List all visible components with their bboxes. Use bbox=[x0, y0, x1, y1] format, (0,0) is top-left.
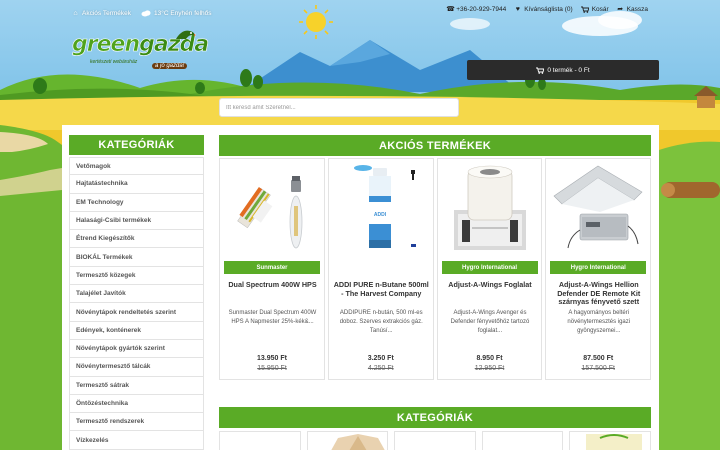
category-tile[interactable] bbox=[394, 431, 476, 450]
product-description: A hagyományos beltéri növénytermesztés i… bbox=[567, 310, 631, 335]
home-icon: ⌂ bbox=[73, 9, 78, 17]
product-card[interactable]: ADDI ADDI PURE n-Butane 500ml - The Harv… bbox=[327, 158, 434, 380]
sidebar-item-novenytermeszto-talcak[interactable]: Növénytermesztő tálcák bbox=[69, 358, 204, 377]
phone-link[interactable]: ☎ +36-20-929-7944 bbox=[446, 6, 506, 13]
sidebar-item-termeszto-rendszerek[interactable]: Termesztő rendszerek bbox=[69, 413, 204, 432]
logo-subtitle: kertészeti webáruház bbox=[90, 59, 138, 65]
cloud-icon bbox=[141, 10, 151, 17]
top-bar: ⌂ Akciós Termékek 13°C Enyhén felhős ☎ +… bbox=[0, 0, 720, 20]
weather-label: 13°C Enyhén felhős bbox=[154, 9, 212, 17]
categories-section-title: KATEGÓRIÁK bbox=[219, 407, 651, 428]
sidebar-item-talajelet-javitok[interactable]: Talajélet Javítók bbox=[69, 285, 204, 304]
sidebar-item-hajtatastechnika[interactable]: Hajtatástechnika bbox=[69, 175, 204, 194]
product-brand-badge: Hygro International bbox=[550, 261, 647, 274]
cart-summary-button[interactable]: 0 termék - 0 Ft bbox=[467, 60, 659, 80]
sidebar-item-vizkezeles[interactable]: Vízkezelés bbox=[69, 431, 204, 450]
product-price: 8.950 Ft bbox=[476, 355, 503, 362]
product-name-link[interactable]: Dual Spectrum 400W HPS bbox=[223, 280, 322, 290]
top-bar-left: ⌂ Akciós Termékek 13°C Enyhén felhős bbox=[72, 9, 212, 17]
weather-widget: 13°C Enyhén felhős bbox=[141, 9, 212, 17]
checkout-link[interactable]: ➦ Kassza bbox=[617, 6, 648, 13]
cart-summary-label: 0 termék - 0 Ft bbox=[547, 66, 590, 74]
bird-icon bbox=[176, 30, 196, 39]
phone-icon: ☎ bbox=[446, 6, 455, 13]
product-image-lamp-socket[interactable] bbox=[442, 162, 538, 257]
sidebar-item-edenyek[interactable]: Edények, konténerek bbox=[69, 321, 204, 340]
cart-label: Kosár bbox=[591, 6, 609, 13]
sidebar-item-termeszto-satrak[interactable]: Termesztő sátrak bbox=[69, 376, 204, 395]
sidebar-item-halasagi-csibi[interactable]: Halasági-Csibi termékek bbox=[69, 211, 204, 231]
product-card[interactable]: Hygro International Adjust-A-Wings Helli… bbox=[545, 158, 651, 380]
product-price: 13.950 Ft bbox=[257, 355, 287, 362]
sidebar-item-termeszto-kozegek[interactable]: Termesztő közegek bbox=[69, 266, 204, 286]
wishlist-link[interactable]: ♥ Kívánságlista (0) bbox=[514, 6, 573, 13]
sale-products-link[interactable]: ⌂ Akciós Termékek bbox=[72, 10, 131, 17]
product-old-price: 157.500 Ft bbox=[581, 365, 615, 372]
sale-products-label: Akciós Termékek bbox=[82, 9, 132, 17]
sidebar-item-etrend-kiegeszitok[interactable]: Étrend Kiegészítők bbox=[69, 230, 204, 249]
product-image-reflector-kit[interactable] bbox=[550, 162, 646, 257]
search-input[interactable] bbox=[220, 99, 458, 116]
product-old-price: 12.950 Ft bbox=[474, 365, 505, 372]
logo-green: green bbox=[72, 32, 141, 57]
product-image-butane-can[interactable]: ADDI bbox=[333, 162, 429, 257]
product-brand-badge: Sunmaster bbox=[224, 261, 320, 274]
product-card[interactable]: Hygro International Adjust-A-Wings Fogla… bbox=[436, 158, 543, 380]
category-tile[interactable] bbox=[219, 431, 301, 450]
product-name-link[interactable]: Adjust-A-Wings Foglalat bbox=[441, 280, 540, 290]
product-description: Adjust-A-Wings Avenger és Defender fényv… bbox=[450, 310, 530, 335]
sidebar-item-novenytapok-rendeltetes[interactable]: Növénytápok rendeltetés szerint bbox=[69, 303, 204, 322]
heart-icon: ♥ bbox=[515, 6, 520, 13]
category-tile[interactable] bbox=[481, 431, 564, 450]
sidebar-category-list: Vetőmagok Hajtatástechnika EM Technology… bbox=[69, 157, 204, 450]
cart-icon bbox=[580, 6, 589, 13]
category-tile[interactable] bbox=[569, 431, 651, 450]
category-tile-image bbox=[586, 434, 643, 450]
logo-tagline: a jó gazda! bbox=[152, 63, 188, 69]
product-name-link[interactable]: ADDI PURE n-Butane 500ml - The Harvest C… bbox=[332, 280, 431, 298]
category-tile-row bbox=[219, 431, 651, 450]
site-logo[interactable]: greengazda kertészeti webáruház a jó gaz… bbox=[72, 30, 209, 75]
sidebar-item-em-technology[interactable]: EM Technology bbox=[69, 193, 204, 212]
product-old-price: 15.950 Ft bbox=[257, 365, 287, 372]
sidebar-item-vetomagok[interactable]: Vetőmagok bbox=[69, 157, 204, 176]
sidebar-item-novenytapok-gyartok[interactable]: Növénytápok gyártók szerint bbox=[69, 339, 204, 359]
category-tile[interactable] bbox=[306, 431, 389, 450]
sidebar-item-ontozestechnika[interactable]: Öntözéstechnika bbox=[69, 394, 204, 414]
product-card[interactable]: Sunmaster Dual Spectrum 400W HPS Sunmast… bbox=[219, 158, 325, 380]
top-bar-right: ☎ +36-20-929-7944 ♥ Kívánságlista (0) Ko… bbox=[446, 6, 648, 13]
checkout-label: Kassza bbox=[626, 6, 648, 13]
product-description: ADDIPURE n-bután, 500 ml-es doboz. Szerv… bbox=[339, 310, 423, 335]
search-box bbox=[219, 98, 459, 117]
wishlist-label: Kívánságlista (0) bbox=[524, 6, 573, 13]
product-old-price: 4.250 Ft bbox=[367, 365, 394, 372]
sale-section-title: AKCIÓS TERMÉKEK bbox=[219, 135, 651, 156]
svg-text:ADDI: ADDI bbox=[374, 212, 387, 218]
sidebar-title: KATEGÓRIÁK bbox=[69, 135, 204, 155]
product-brand-badge: Hygro International bbox=[441, 261, 538, 274]
cart-icon bbox=[536, 67, 545, 74]
share-arrow-icon: ➦ bbox=[617, 6, 624, 13]
sale-product-grid: Sunmaster Dual Spectrum 400W HPS Sunmast… bbox=[219, 158, 651, 380]
cart-link[interactable]: Kosár bbox=[580, 6, 609, 13]
phone-label: +36-20-929-7944 bbox=[456, 6, 507, 13]
product-price: 87.500 Ft bbox=[583, 355, 614, 362]
product-name-link[interactable]: Adjust-A-Wings Hellion Defender DE Remot… bbox=[549, 280, 648, 307]
category-tile-image bbox=[330, 434, 385, 450]
product-price: 3.250 Ft bbox=[367, 355, 394, 362]
product-description: Sunmaster Dual Spectrum 400W HPS A Napme… bbox=[228, 310, 317, 326]
sidebar-item-biokal[interactable]: BIOKÁL Termékek bbox=[69, 248, 204, 267]
product-image-hps-bulb[interactable] bbox=[224, 162, 320, 257]
